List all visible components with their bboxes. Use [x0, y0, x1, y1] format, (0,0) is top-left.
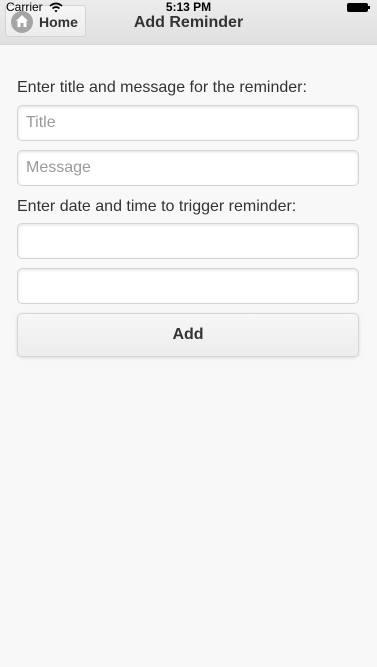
- message-input[interactable]: [17, 150, 359, 186]
- add-button[interactable]: Add: [17, 313, 359, 357]
- time-input[interactable]: [17, 268, 359, 304]
- title-input[interactable]: [17, 105, 359, 141]
- battery-icon: [347, 3, 370, 12]
- date-input[interactable]: [17, 223, 359, 259]
- page-title: Add Reminder: [133, 14, 244, 31]
- title-message-label: Enter title and message for the reminder…: [17, 79, 307, 96]
- status-bar: Carrier 5:13 PM: [0, 0, 377, 14]
- status-time: 5:13 PM: [165, 0, 212, 14]
- datetime-label: Enter date and time to trigger reminder:: [17, 198, 297, 215]
